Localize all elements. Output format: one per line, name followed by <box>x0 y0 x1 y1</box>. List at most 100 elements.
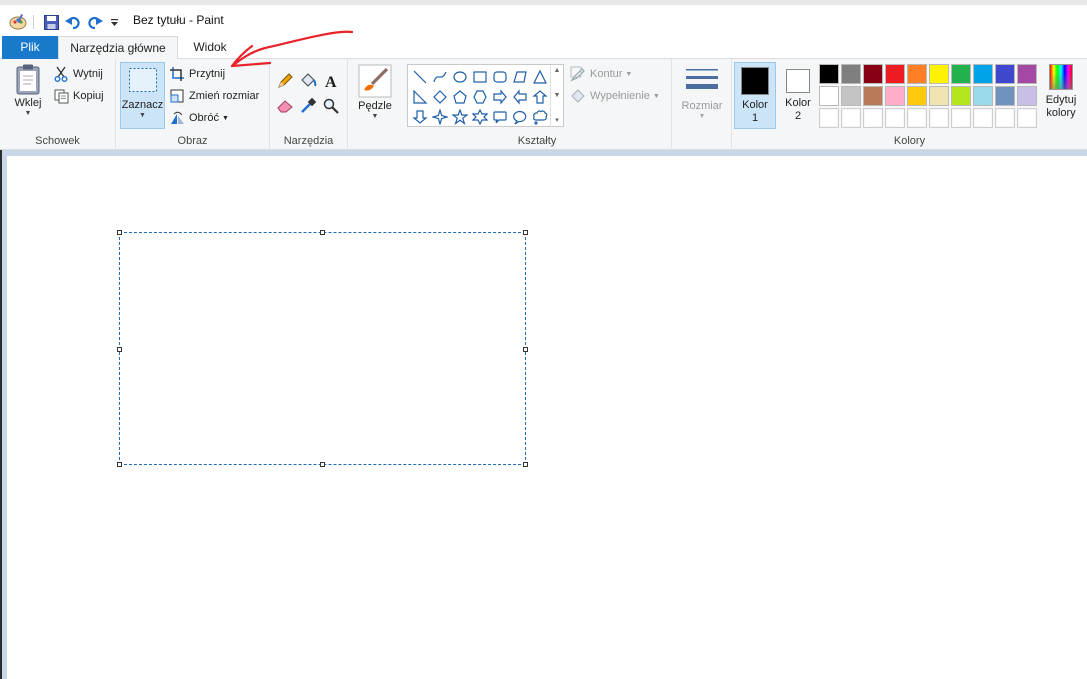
edit-colors-button[interactable]: Edytuj kolory <box>1038 64 1084 120</box>
palette-swatch[interactable] <box>951 86 971 106</box>
selection-handle-top-right[interactable] <box>523 230 528 235</box>
shapes-gallery-scroll[interactable]: ▲ ▼ ▾ <box>550 65 563 126</box>
resize-button[interactable]: Zmień rozmiar <box>169 86 259 106</box>
triangle-shape-icon[interactable] <box>530 67 550 87</box>
tab-home[interactable]: Narzędzia główne <box>58 36 178 60</box>
right-triangle-shape-icon[interactable] <box>410 87 430 107</box>
five-point-star-shape-icon[interactable] <box>450 107 470 127</box>
palette-swatch[interactable] <box>973 64 993 84</box>
palette-swatch[interactable] <box>819 86 839 106</box>
paste-dropdown-icon[interactable]: ▼ <box>8 110 48 118</box>
oval-shape-icon[interactable] <box>450 67 470 87</box>
palette-swatch[interactable] <box>907 86 927 106</box>
selection-handle-top[interactable] <box>320 230 325 235</box>
rotate-dropdown-icon[interactable]: ▼ <box>222 115 229 122</box>
right-arrow-shape-icon[interactable] <box>490 87 510 107</box>
crop-button[interactable]: Przytnij <box>169 64 225 84</box>
rectangle-shape-icon[interactable] <box>470 67 490 87</box>
palette-swatch[interactable] <box>1017 86 1037 106</box>
palette-custom-slot[interactable] <box>841 108 861 128</box>
color-picker-icon[interactable] <box>298 96 318 116</box>
palette-swatch[interactable] <box>885 64 905 84</box>
six-point-star-shape-icon[interactable] <box>470 107 490 127</box>
palette-swatch[interactable] <box>885 86 905 106</box>
tab-view[interactable]: Widok <box>180 36 240 59</box>
magnifier-icon[interactable] <box>321 96 341 116</box>
brushes-button[interactable]: Pędzle ▼ <box>355 64 395 130</box>
palette-swatch[interactable] <box>995 86 1015 106</box>
palette-custom-slot[interactable] <box>995 108 1015 128</box>
scroll-down-icon[interactable]: ▼ <box>554 92 561 99</box>
palette-swatch[interactable] <box>841 86 861 106</box>
select-dropdown-icon[interactable]: ▼ <box>121 112 164 120</box>
palette-swatch[interactable] <box>863 86 883 106</box>
palette-custom-slot[interactable] <box>907 108 927 128</box>
hexagon-shape-icon[interactable] <box>470 87 490 107</box>
size-dropdown-icon[interactable]: ▼ <box>677 113 727 121</box>
palette-swatch[interactable] <box>1017 64 1037 84</box>
fill-bucket-icon[interactable] <box>298 71 318 91</box>
selection-handle-top-left[interactable] <box>117 230 122 235</box>
selection-handle-bottom-right[interactable] <box>523 462 528 467</box>
outline-dropdown-icon[interactable]: ▼ <box>625 71 632 78</box>
selection-handle-left[interactable] <box>117 347 122 352</box>
up-arrow-shape-icon[interactable] <box>530 87 550 107</box>
palette-custom-slot[interactable] <box>863 108 883 128</box>
fill-button[interactable]: Wypełnienie ▼ <box>570 86 660 106</box>
paste-button[interactable]: Wklej ▼ <box>8 63 48 129</box>
cloud-callout-shape-icon[interactable] <box>530 107 550 127</box>
selection-handle-bottom-left[interactable] <box>117 462 122 467</box>
customize-quick-access-icon[interactable] <box>108 11 120 33</box>
save-icon[interactable] <box>42 11 60 33</box>
palette-swatch[interactable] <box>907 64 927 84</box>
palette-custom-slot[interactable] <box>973 108 993 128</box>
curve-shape-icon[interactable] <box>430 67 450 87</box>
paint-app-icon[interactable] <box>8 11 28 33</box>
brushes-dropdown-icon[interactable]: ▼ <box>355 113 395 121</box>
copy-button[interactable]: Kopiuj <box>53 86 104 106</box>
rounded-callout-shape-icon[interactable] <box>490 107 510 127</box>
palette-custom-slot[interactable] <box>1017 108 1037 128</box>
rotate-label: Obróć <box>189 112 219 124</box>
selection-handle-bottom[interactable] <box>320 462 325 467</box>
size-button[interactable]: Rozmiar ▼ <box>677 64 727 130</box>
rounded-rectangle-shape-icon[interactable] <box>490 67 510 87</box>
fill-dropdown-icon[interactable]: ▼ <box>653 93 660 100</box>
palette-custom-slot[interactable] <box>885 108 905 128</box>
left-arrow-shape-icon[interactable] <box>510 87 530 107</box>
oval-callout-shape-icon[interactable] <box>510 107 530 127</box>
scroll-up-icon[interactable]: ▲ <box>554 67 561 74</box>
gallery-expand-icon[interactable]: ▾ <box>555 116 559 124</box>
four-point-star-shape-icon[interactable] <box>430 107 450 127</box>
pencil-icon[interactable] <box>275 71 295 91</box>
selection-handle-right[interactable] <box>523 347 528 352</box>
palette-swatch[interactable] <box>951 64 971 84</box>
line-shape-icon[interactable] <box>410 67 430 87</box>
palette-swatch[interactable] <box>929 86 949 106</box>
tab-file[interactable]: Plik <box>2 36 58 59</box>
diamond-shape-icon[interactable] <box>430 87 450 107</box>
text-tool-icon[interactable]: A <box>321 71 341 91</box>
undo-icon[interactable] <box>64 11 82 33</box>
down-arrow-shape-icon[interactable] <box>410 107 430 127</box>
palette-swatch[interactable] <box>929 64 949 84</box>
color1-button[interactable]: Kolor 1 <box>734 62 776 129</box>
palette-swatch[interactable] <box>995 64 1015 84</box>
palette-custom-slot[interactable] <box>929 108 949 128</box>
color2-button[interactable]: Kolor 2 <box>778 62 818 129</box>
palette-custom-slot[interactable] <box>819 108 839 128</box>
outline-button[interactable]: Kontur ▼ <box>570 64 632 84</box>
selection-rectangle[interactable] <box>117 230 528 467</box>
cut-button[interactable]: Wytnij <box>53 64 103 84</box>
pentagon-shape-icon[interactable] <box>450 87 470 107</box>
select-button[interactable]: Zaznacz ▼ <box>120 62 165 129</box>
palette-swatch[interactable] <box>841 64 861 84</box>
rotate-button[interactable]: Obróć ▼ <box>169 108 229 128</box>
palette-swatch[interactable] <box>973 86 993 106</box>
palette-custom-slot[interactable] <box>951 108 971 128</box>
palette-swatch[interactable] <box>863 64 883 84</box>
redo-icon[interactable] <box>86 11 104 33</box>
eraser-icon[interactable] <box>275 96 295 116</box>
polygon-shape-icon[interactable] <box>510 67 530 87</box>
palette-swatch[interactable] <box>819 64 839 84</box>
